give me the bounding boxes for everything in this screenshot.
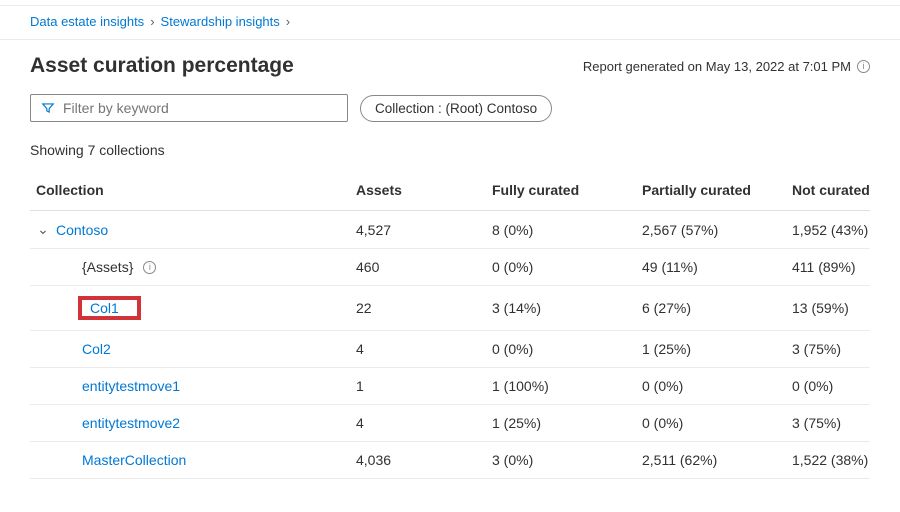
filters-row: Collection : (Root) Contoso (0, 90, 900, 132)
cell-assets: 4 (350, 415, 486, 431)
breadcrumb-sep: › (150, 14, 154, 29)
collection-filter-pill[interactable]: Collection : (Root) Contoso (360, 95, 552, 122)
collection-name[interactable]: entitytestmove1 (82, 378, 180, 394)
heading-row: Asset curation percentage Report generat… (0, 40, 900, 90)
cell-partially: 1 (25%) (636, 341, 786, 357)
breadcrumb-sep: › (286, 14, 290, 29)
cell-fully: 1 (25%) (486, 415, 636, 431)
collection-name[interactable]: entitytestmove2 (82, 415, 180, 431)
cell-assets: 4,527 (350, 222, 486, 238)
collection-name[interactable]: Col2 (82, 341, 111, 357)
table-row: entitytestmove111 (100%)0 (0%)0 (0%) (30, 368, 870, 405)
report-meta: Report generated on May 13, 2022 at 7:01… (583, 59, 870, 74)
table-row: MasterCollection4,0363 (0%)2,511 (62%)1,… (30, 442, 870, 479)
col-partially[interactable]: Partially curated (636, 182, 786, 198)
table-row: Col240 (0%)1 (25%)3 (75%) (30, 331, 870, 368)
cell-partially: 2,567 (57%) (636, 222, 786, 238)
chevron-down-icon[interactable]: ⌄ (36, 221, 50, 238)
cell-not: 3 (75%) (786, 341, 900, 357)
table-row: entitytestmove241 (25%)0 (0%)3 (75%) (30, 405, 870, 442)
info-icon[interactable]: i (143, 261, 156, 274)
collection-name[interactable]: Col1 (90, 300, 119, 316)
breadcrumb-data-estate[interactable]: Data estate insights (30, 14, 144, 29)
filter-by-keyword[interactable] (30, 94, 348, 122)
cell-partially: 2,511 (62%) (636, 452, 786, 468)
col-collection[interactable]: Collection (30, 182, 350, 198)
cell-fully: 1 (100%) (486, 378, 636, 394)
cell-assets: 4,036 (350, 452, 486, 468)
col-assets[interactable]: Assets (350, 182, 486, 198)
highlight-annotation: Col1 (78, 296, 141, 320)
collection-name[interactable]: Contoso (56, 222, 108, 238)
cell-partially: 0 (0%) (636, 378, 786, 394)
cell-partially: 49 (11%) (636, 259, 786, 275)
cell-not: 0 (0%) (786, 378, 900, 394)
collections-table: Collection Assets Fully curated Partiall… (0, 172, 900, 479)
cell-fully: 0 (0%) (486, 259, 636, 275)
breadcrumb: Data estate insights › Stewardship insig… (0, 6, 900, 35)
table-body: ⌄Contoso4,5278 (0%)2,567 (57%)1,952 (43%… (30, 211, 870, 479)
cell-partially: 6 (27%) (636, 300, 786, 316)
table-row: ⌄Contoso4,5278 (0%)2,567 (57%)1,952 (43%… (30, 211, 870, 249)
filter-input[interactable] (63, 100, 337, 116)
cell-not: 3 (75%) (786, 415, 900, 431)
breadcrumb-stewardship[interactable]: Stewardship insights (161, 14, 280, 29)
showing-count: Showing 7 collections (0, 132, 900, 172)
cell-not: 13 (59%) (786, 300, 900, 316)
cell-fully: 8 (0%) (486, 222, 636, 238)
cell-fully: 3 (14%) (486, 300, 636, 316)
cell-fully: 0 (0%) (486, 341, 636, 357)
cell-not: 411 (89%) (786, 259, 900, 275)
cell-not: 1,522 (38%) (786, 452, 900, 468)
cell-assets: 22 (350, 300, 486, 316)
page-title: Asset curation percentage (30, 54, 294, 78)
table-row: {Assets}i4600 (0%)49 (11%)411 (89%) (30, 249, 870, 286)
col-fully[interactable]: Fully curated (486, 182, 636, 198)
cell-assets: 460 (350, 259, 486, 275)
report-meta-text: Report generated on May 13, 2022 at 7:01… (583, 59, 851, 74)
cell-fully: 3 (0%) (486, 452, 636, 468)
col-not[interactable]: Not curated (786, 182, 900, 198)
cell-assets: 4 (350, 341, 486, 357)
table-row: Col1223 (14%)6 (27%)13 (59%) (30, 286, 870, 331)
table-header: Collection Assets Fully curated Partiall… (30, 172, 870, 211)
cell-assets: 1 (350, 378, 486, 394)
cell-partially: 0 (0%) (636, 415, 786, 431)
filter-icon (41, 101, 55, 115)
info-icon[interactable]: i (857, 60, 870, 73)
cell-not: 1,952 (43%) (786, 222, 900, 238)
collection-name[interactable]: MasterCollection (82, 452, 186, 468)
collection-name: {Assets} (82, 259, 133, 275)
